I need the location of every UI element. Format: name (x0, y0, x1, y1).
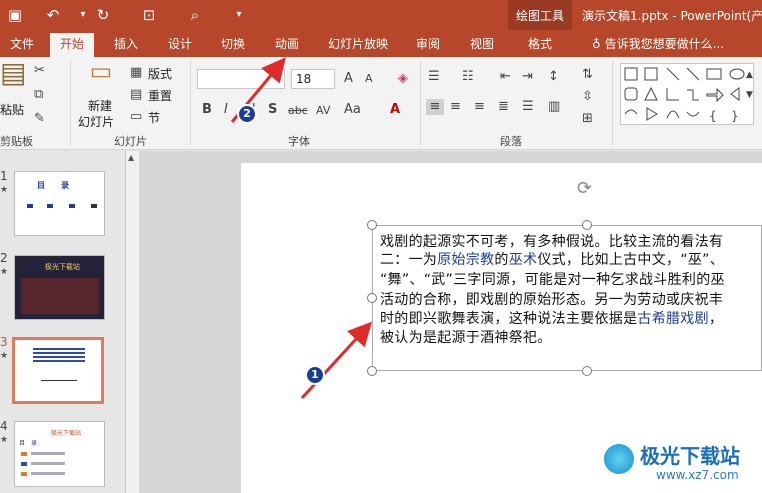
watermark-name: 极光下载站 (640, 444, 740, 468)
watermark-url: www.xz7.com (656, 468, 739, 482)
annotation-overlay (230, 57, 373, 400)
annotation-badge-1: 1 (305, 365, 325, 385)
annotation-arrow-1 (300, 321, 373, 400)
watermark-logo (604, 444, 634, 474)
annotation-badge-2: 2 (237, 104, 257, 124)
